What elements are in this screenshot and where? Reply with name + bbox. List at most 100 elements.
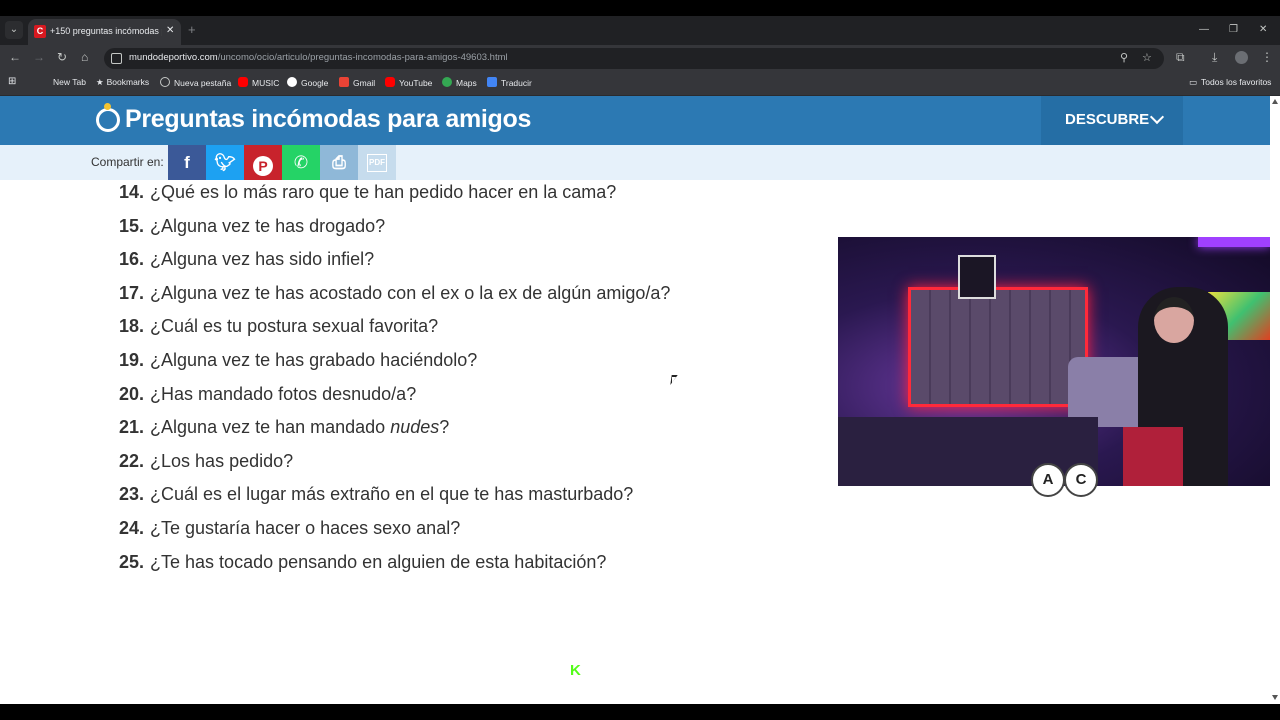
all-bookmarks[interactable]: ▭ Todos los favoritos <box>1189 77 1271 88</box>
question-item: 14. ¿Qué es lo más raro que te han pedido… <box>119 182 670 216</box>
tab-close-icon[interactable]: ✕ <box>166 25 174 36</box>
reload-icon[interactable]: ↻ <box>57 50 67 64</box>
bookmark-label: Bookmarks <box>106 77 150 87</box>
question-text: ¿Alguna vez has sido infiel? <box>150 249 374 269</box>
question-text-main: ¿Alguna vez te has drogado? <box>150 215 386 236</box>
question-text-end: ? <box>439 417 450 438</box>
extensions-icon[interactable]: ⧉ <box>1176 50 1185 65</box>
bookmark-new-tab[interactable]: New Tab <box>53 77 86 87</box>
logo-bubble-a: A <box>1031 463 1065 497</box>
bookmark-music[interactable]: MUSIC <box>238 77 279 88</box>
question-item: 19. ¿Alguna vez te has grabado haciéndolo… <box>119 350 670 384</box>
question-number: 21. <box>119 417 145 438</box>
question-item: 23. ¿Cuál es el lugar más extraño en el q… <box>119 484 670 518</box>
question-text-main: ¿Cuál es el lugar más extraño en el que … <box>150 484 634 505</box>
bookmark-gmail[interactable]: Gmail <box>339 77 375 88</box>
back-arrow-icon[interactable]: ← <box>9 50 21 64</box>
facebook-share-button[interactable]: f <box>168 145 206 180</box>
facebook-icon: f <box>184 153 190 172</box>
question-number: 14. <box>119 182 145 202</box>
descubre-menu-button[interactable]: DESCUBRE <box>1041 96 1183 145</box>
bookmark-label: MUSIC <box>252 78 280 88</box>
twitter-icon: 🐦︎ <box>214 153 236 172</box>
site-logo-icon[interactable] <box>96 108 120 132</box>
question-number: 19. <box>119 349 145 370</box>
scroll-down-arrow-icon[interactable] <box>1272 695 1278 700</box>
bookmark-label: Google <box>301 78 329 88</box>
pdf-button[interactable]: PDF <box>358 145 396 180</box>
youtube-icon <box>238 77 248 87</box>
bookmark-youtube[interactable]: YouTube <box>385 77 432 88</box>
new-tab-plus-icon[interactable]: + <box>188 22 196 37</box>
profile-avatar[interactable] <box>1235 51 1248 64</box>
share-bar: Compartir en: f 🐦︎ P ✆ ⎙ PDF <box>0 145 1270 180</box>
question-number: 16. <box>119 249 145 270</box>
cam-face <box>1154 297 1194 343</box>
cam-wall-panel <box>908 287 1088 407</box>
question-item: 16. ¿Alguna vez has sido infiel? <box>119 249 670 283</box>
more-menu-icon[interactable]: ⋮ <box>1261 50 1273 64</box>
bookmark-google[interactable]: Google <box>287 77 328 88</box>
bookmark-label: Nueva pestaña <box>174 78 232 88</box>
question-number: 24. <box>119 517 145 538</box>
question-text-main: ¿Te gustaría hacer o haces sexo anal? <box>150 517 461 538</box>
bookmarks-bar: ⊞ New Tab ★ Bookmarks Nueva pestaña MUSIC… <box>0 71 1280 96</box>
restore-icon[interactable]: ❐ <box>1229 24 1238 35</box>
twitter-share-button[interactable]: 🐦︎ <box>206 145 244 180</box>
url-text[interactable]: mundodeportivo.com/uncomo/ocio/articulo/… <box>129 52 508 63</box>
logo-bubble-c: C <box>1064 463 1098 497</box>
star-icon: ★ <box>96 77 104 87</box>
minimize-icon[interactable]: — <box>1199 24 1209 35</box>
print-button[interactable]: ⎙ <box>320 145 358 180</box>
question-list: 14. ¿Qué es lo más raro que te han pedido… <box>119 182 670 585</box>
page-scrollbar[interactable] <box>1270 96 1280 704</box>
address-bar[interactable]: mundodeportivo.com/uncomo/ocio/articulo/… <box>104 48 1164 69</box>
cam-led-strip <box>1198 237 1270 247</box>
whatsapp-share-button[interactable]: ✆ <box>282 145 320 180</box>
zoom-icon[interactable]: ⚲ <box>1120 51 1128 64</box>
bookmark-nueva-pestana[interactable]: Nueva pestaña <box>160 77 231 88</box>
bookmark-bookmarks[interactable]: ★ Bookmarks <box>96 77 149 88</box>
download-icon[interactable]: ⤓ <box>1212 50 1217 65</box>
forward-arrow-icon[interactable]: → <box>33 50 45 64</box>
maps-icon <box>442 77 452 87</box>
screen-bottom-bar <box>0 704 1280 720</box>
bookmark-traducir[interactable]: Traducir <box>487 77 532 88</box>
window-close-icon[interactable]: ✕ <box>1259 24 1267 35</box>
site-header: Preguntas incómodas para amigos DESCUBRE <box>0 96 1270 145</box>
question-item: 22. ¿Los has pedido? <box>119 451 670 485</box>
browser-toolbar: ← → ↻ ⌂ mundodeportivo.com/uncomo/ocio/a… <box>0 45 1280 71</box>
question-text: ¿Qué es lo más raro que te han pedido ha… <box>150 182 616 202</box>
question-text-main: ¿Te has tocado pensando en alguien de es… <box>150 551 607 572</box>
folder-icon: ▭ <box>1189 77 1198 87</box>
scroll-up-arrow-icon[interactable] <box>1272 99 1278 104</box>
pinterest-share-button[interactable]: P <box>244 145 282 180</box>
translate-icon <box>487 77 497 87</box>
google-icon <box>287 77 297 87</box>
streamer-ac-logo: A C <box>1031 463 1101 519</box>
question-text-main: ¿Alguna vez has sido infiel? <box>150 249 375 270</box>
screen-top-bar <box>0 0 1280 16</box>
question-text-main: ¿Alguna vez te has acostado con el ex o … <box>150 282 671 303</box>
bookmark-maps[interactable]: Maps <box>442 77 477 88</box>
question-text-emphasis: nudes <box>390 417 440 438</box>
question-item: 17. ¿Alguna vez te has acostado con el ex… <box>119 283 670 317</box>
apps-grid-icon[interactable]: ⊞ <box>8 76 16 87</box>
tab-strip: ⌄ C +150 preguntas incómodas pa ✕ + — ❐ … <box>0 16 1280 45</box>
tab-search-chevron-icon[interactable]: ⌄ <box>5 21 23 39</box>
bookmark-star-icon[interactable]: ☆ <box>1142 51 1152 64</box>
mouse-cursor-fill <box>672 377 676 383</box>
question-number: 17. <box>119 282 145 303</box>
pinterest-icon: P <box>253 156 273 176</box>
globe-icon <box>160 77 170 87</box>
site-info-icon[interactable] <box>111 53 122 64</box>
all-bookmarks-label: Todos los favoritos <box>1201 77 1272 87</box>
bookmark-label: Gmail <box>353 78 376 88</box>
active-tab[interactable]: C +150 preguntas incómodas pa ✕ <box>28 19 181 45</box>
question-text: ¿Alguna vez te han mandado nudes? <box>150 417 449 437</box>
question-item: 18. ¿Cuál es tu postura sexual favorita? <box>119 316 670 350</box>
home-icon[interactable]: ⌂ <box>81 50 88 64</box>
cam-picture-frame <box>958 255 996 299</box>
question-text: ¿Cuál es el lugar más extraño en el que … <box>150 484 633 504</box>
question-number: 15. <box>119 215 145 236</box>
